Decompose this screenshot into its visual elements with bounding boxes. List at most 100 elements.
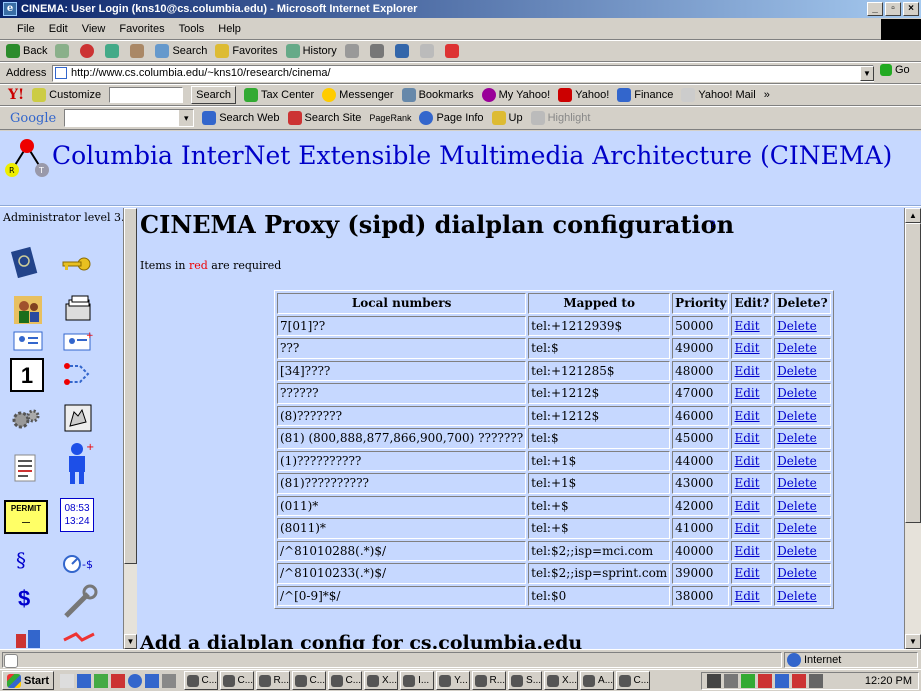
edit-link[interactable]: Edit xyxy=(734,544,759,558)
stop-button[interactable] xyxy=(80,44,97,58)
key-icon[interactable] xyxy=(60,248,92,280)
forward-button[interactable] xyxy=(55,44,72,58)
yahoo-search-input[interactable] xyxy=(109,87,184,103)
edit-link[interactable]: Edit xyxy=(734,431,759,445)
delete-link[interactable]: Delete xyxy=(777,386,817,400)
edit-link[interactable]: Edit xyxy=(734,476,759,490)
menu-edit[interactable]: Edit xyxy=(42,23,75,35)
delete-link[interactable]: Delete xyxy=(777,319,817,333)
left-nav-scroll-thumb[interactable] xyxy=(124,208,137,564)
main-scroll-up[interactable]: ▲ xyxy=(905,208,921,223)
search-site-button[interactable]: Search Site xyxy=(287,111,361,125)
route-icon[interactable] xyxy=(62,358,94,390)
filing-cabinet-icon[interactable] xyxy=(62,294,94,326)
main-scroll-down[interactable]: ▼ xyxy=(905,634,921,649)
yahoo-button[interactable]: Yahoo! xyxy=(558,88,609,102)
left-nav-scrollbar[interactable]: ▼ xyxy=(123,208,137,649)
taskbar-task-button[interactable]: S... xyxy=(508,671,543,690)
quicklaunch-misc-icon[interactable] xyxy=(162,673,177,688)
edit-link[interactable]: Edit xyxy=(734,589,759,603)
add-user-card-icon[interactable]: + xyxy=(62,330,94,352)
tray-volume-icon[interactable] xyxy=(724,674,738,688)
main-scroll-thumb[interactable] xyxy=(905,223,921,523)
delete-link[interactable]: Delete xyxy=(777,499,817,513)
left-nav-scroll-down[interactable]: ▼ xyxy=(124,634,137,649)
add-person-icon[interactable]: + xyxy=(60,440,96,486)
gears-icon[interactable] xyxy=(10,404,42,436)
passport-icon[interactable] xyxy=(8,246,40,278)
taskbar-task-button[interactable]: I... xyxy=(400,671,435,690)
delete-link[interactable]: Delete xyxy=(777,589,817,603)
edit-link[interactable]: Edit xyxy=(734,319,759,333)
delete-link[interactable]: Delete xyxy=(777,364,817,378)
quicklaunch-outlook-icon[interactable] xyxy=(128,673,143,688)
edit-link[interactable]: Edit xyxy=(734,521,759,535)
quicklaunch-ie-icon[interactable] xyxy=(77,673,92,688)
back-button[interactable]: Back xyxy=(6,44,47,58)
delete-link[interactable]: Delete xyxy=(777,454,817,468)
yahoo-mail-button[interactable]: Yahoo! Mail xyxy=(681,88,756,102)
handshake-icon[interactable] xyxy=(62,630,96,648)
edit-page-button[interactable] xyxy=(394,44,412,58)
delete-link[interactable]: Delete xyxy=(777,341,817,355)
taskbar-task-button[interactable]: C... xyxy=(616,671,651,690)
menu-tools[interactable]: Tools xyxy=(172,23,212,35)
menu-help[interactable]: Help xyxy=(211,23,248,35)
highlight-button[interactable]: Highlight xyxy=(530,111,590,125)
page-info-button[interactable]: Page Info xyxy=(419,111,484,125)
taskbar-task-button[interactable]: X... xyxy=(544,671,579,690)
delete-link[interactable]: Delete xyxy=(777,409,817,423)
messenger-link[interactable]: Messenger xyxy=(322,88,394,102)
frame-divider[interactable] xyxy=(0,205,921,207)
calendar-icon[interactable]: 1 xyxy=(10,358,44,392)
taskbar-task-button[interactable]: X... xyxy=(364,671,399,690)
favorites-button[interactable]: Favorites xyxy=(215,44,278,58)
address-dropdown-button[interactable]: ▼ xyxy=(860,66,874,81)
my-yahoo-button[interactable]: My Yahoo! xyxy=(481,88,550,102)
user-card-icon[interactable] xyxy=(12,330,44,352)
delete-link[interactable]: Delete xyxy=(777,566,817,580)
main-scrollbar[interactable]: ▲ ▼ xyxy=(904,208,921,649)
discuss-button[interactable] xyxy=(419,44,437,58)
google-search-input[interactable] xyxy=(64,109,195,127)
history-button[interactable]: History xyxy=(285,44,337,58)
refresh-button[interactable] xyxy=(105,44,122,58)
edit-link[interactable]: Edit xyxy=(734,341,759,355)
taskbar-task-button[interactable]: A... xyxy=(580,671,615,690)
people-icon[interactable] xyxy=(12,294,44,326)
menu-view[interactable]: View xyxy=(75,23,113,35)
taskbar-task-button[interactable]: C... xyxy=(292,671,327,690)
edit-link[interactable]: Edit xyxy=(734,364,759,378)
more-chevron[interactable]: » xyxy=(764,89,770,101)
maximize-button[interactable]: ▫ xyxy=(885,2,901,16)
wrench-icon[interactable] xyxy=(60,584,98,622)
taskbar-task-button[interactable]: Y... xyxy=(436,671,471,690)
bookmarks-button[interactable]: Bookmarks xyxy=(401,88,474,102)
close-button[interactable]: × xyxy=(903,2,919,16)
taskbar-task-button[interactable]: C... xyxy=(328,671,363,690)
permit-icon[interactable]: PERMIT — xyxy=(4,500,48,534)
delete-link[interactable]: Delete xyxy=(777,521,817,535)
tray-app-icon[interactable] xyxy=(758,674,772,688)
yahoo-search-button[interactable]: Search xyxy=(191,86,236,104)
search-button[interactable]: Search xyxy=(155,44,207,58)
delete-link[interactable]: Delete xyxy=(777,431,817,445)
menu-file[interactable]: File xyxy=(10,23,42,35)
google-logo[interactable]: Google xyxy=(10,111,56,126)
rate-meter-icon[interactable]: -$ xyxy=(60,548,96,580)
quicklaunch-browser-icon[interactable] xyxy=(145,673,160,688)
quicklaunch-app-icon[interactable] xyxy=(111,673,126,688)
edit-link[interactable]: Edit xyxy=(734,566,759,580)
taskbar-task-button[interactable]: C... xyxy=(184,671,219,690)
tray-misc-icon[interactable] xyxy=(809,674,823,688)
menu-favorites[interactable]: Favorites xyxy=(112,23,171,35)
tray-network-icon[interactable] xyxy=(707,674,721,688)
delete-link[interactable]: Delete xyxy=(777,476,817,490)
help-link[interactable]: ? xyxy=(710,220,715,231)
title-bar[interactable]: e CINEMA: User Login (kns10@cs.columbia.… xyxy=(0,0,921,18)
document-icon[interactable] xyxy=(10,452,42,484)
tray-antivirus-icon[interactable] xyxy=(741,674,755,688)
tray-alert-icon[interactable] xyxy=(792,674,806,688)
minimize-button[interactable]: _ xyxy=(867,2,883,16)
network-users-icon[interactable] xyxy=(14,628,44,648)
